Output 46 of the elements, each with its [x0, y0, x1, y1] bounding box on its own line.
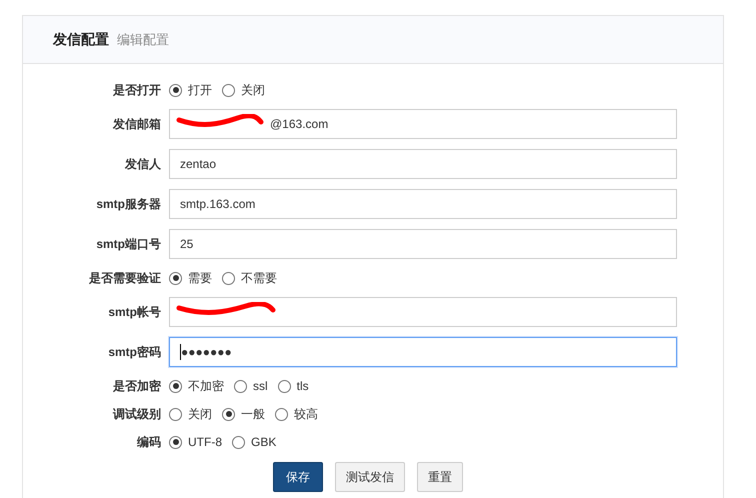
radio-button[interactable]	[222, 84, 235, 96]
field-label: 是否需要验证	[89, 270, 161, 286]
radio-label[interactable]: 较高	[294, 406, 318, 422]
radio-button[interactable]	[222, 408, 235, 420]
panel-subtitle: 编辑配置	[117, 30, 169, 48]
field-label: smtp端口号	[96, 236, 161, 252]
radio-button[interactable]	[169, 272, 182, 284]
radio-label[interactable]: 一般	[241, 406, 265, 422]
input-field[interactable]	[169, 297, 677, 327]
radio-label[interactable]: 需要	[188, 270, 212, 286]
radio-label[interactable]: 打开	[188, 82, 212, 98]
input-field[interactable]: zentao	[169, 149, 677, 179]
form-button[interactable]: 测试发信	[335, 462, 405, 492]
form-button[interactable]: 重置	[417, 462, 463, 492]
radio-button[interactable]	[232, 436, 245, 448]
field-label: 调试级别	[113, 406, 161, 422]
input-field[interactable]: @163.com	[169, 109, 677, 139]
input-field[interactable]: smtp.163.com	[169, 189, 677, 219]
radio-button[interactable]	[234, 380, 247, 392]
radio-button[interactable]	[222, 272, 235, 284]
field-label: 发信邮箱	[113, 116, 161, 132]
radio-label[interactable]: 关闭	[188, 406, 212, 422]
field-label: 发信人	[125, 156, 161, 172]
panel-title: 发信配置	[53, 30, 109, 48]
radio-label[interactable]: 不需要	[241, 270, 277, 286]
field-label: 是否打开	[113, 82, 161, 98]
radio-label[interactable]: ssl	[253, 379, 268, 393]
input-field[interactable]: 25	[169, 229, 677, 259]
radio-label[interactable]: 不加密	[188, 378, 224, 394]
radio-label[interactable]: 关闭	[241, 82, 265, 98]
field-label: 是否加密	[113, 378, 161, 394]
field-label: smtp密码	[108, 344, 161, 360]
radio-button[interactable]	[169, 380, 182, 392]
field-label: 编码	[137, 434, 161, 450]
field-label: smtp帐号	[108, 304, 161, 320]
radio-label[interactable]: UTF-8	[188, 435, 222, 449]
form-button[interactable]: 保存	[273, 462, 323, 492]
password-field[interactable]: ●●●●●●●	[169, 337, 677, 367]
radio-label[interactable]: GBK	[251, 435, 276, 449]
radio-label[interactable]: tls	[296, 379, 309, 393]
radio-button[interactable]	[278, 380, 291, 392]
radio-button[interactable]	[169, 436, 182, 448]
radio-button[interactable]	[169, 408, 182, 420]
radio-button[interactable]	[275, 408, 288, 420]
field-label: smtp服务器	[96, 196, 161, 212]
radio-button[interactable]	[169, 84, 182, 96]
